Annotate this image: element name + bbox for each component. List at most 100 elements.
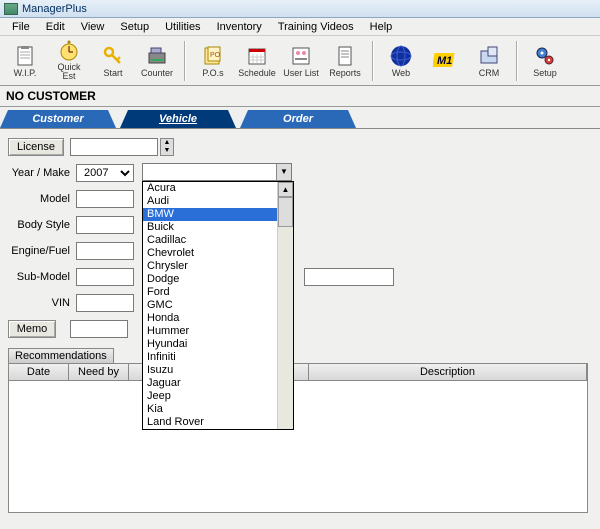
app-icon: [4, 3, 18, 15]
recommendations-table: Date Need by Description: [8, 363, 588, 513]
license-input[interactable]: [70, 138, 158, 156]
toolbar-m1-button[interactable]: M1: [424, 39, 466, 83]
bodystyle-label: Body Style: [8, 219, 76, 231]
toolbar-crm-button[interactable]: CRM: [468, 39, 510, 83]
license-button[interactable]: License: [8, 138, 64, 156]
m1-icon: M1: [433, 48, 457, 72]
recommendations-table-head: Date Need by Description: [9, 364, 587, 381]
tab-vehicle[interactable]: Vehicle: [128, 110, 228, 128]
memo-input[interactable]: [70, 320, 128, 338]
menu-file[interactable]: File: [4, 19, 38, 35]
submodel-label: Sub-Model: [8, 271, 76, 283]
spinner-down-icon[interactable]: ▼: [161, 147, 173, 155]
toolbar-pos-button[interactable]: PO P.O.s: [192, 39, 234, 83]
submodel-extra-input[interactable]: [304, 268, 394, 286]
memo-button[interactable]: Memo: [8, 320, 56, 338]
key-icon: [101, 44, 125, 68]
po-icon: PO: [201, 44, 225, 68]
spinner-up-icon[interactable]: ▲: [161, 139, 173, 147]
model-input[interactable]: [76, 190, 134, 208]
customer-status: NO CUSTOMER: [0, 86, 600, 107]
menu-help[interactable]: Help: [362, 19, 401, 35]
make-option[interactable]: Chrysler: [143, 260, 293, 273]
model-label: Model: [8, 193, 76, 205]
make-option[interactable]: Isuzu: [143, 364, 293, 377]
make-dropdown-list[interactable]: ▲ AcuraAudiBMWBuickCadillacChevroletChry…: [142, 181, 294, 430]
make-option[interactable]: Hyundai: [143, 338, 293, 351]
tab-customer[interactable]: Customer: [8, 110, 108, 128]
gear-icon: [533, 44, 557, 68]
make-option[interactable]: Land Rover: [143, 416, 293, 429]
scroll-thumb[interactable]: [278, 197, 293, 227]
make-option[interactable]: Acura: [143, 182, 293, 195]
toolbar-separator: [372, 41, 374, 81]
calendar-icon: [245, 44, 269, 68]
license-spinner[interactable]: ▲▼: [160, 138, 174, 156]
menu-inventory[interactable]: Inventory: [209, 19, 270, 35]
recommendations-section: Recommendations Date Need by Description: [8, 347, 592, 513]
col-description[interactable]: Description: [309, 364, 587, 380]
col-needby[interactable]: Need by: [69, 364, 129, 380]
dropdown-arrow-icon[interactable]: ▼: [276, 164, 291, 180]
toolbar-wip-button[interactable]: W.I.P.: [4, 39, 46, 83]
scroll-up-icon[interactable]: ▲: [278, 182, 293, 197]
toolbar-schedule-button[interactable]: Schedule: [236, 39, 278, 83]
make-option[interactable]: Jaguar: [143, 377, 293, 390]
bodystyle-input[interactable]: [76, 216, 134, 234]
col-date[interactable]: Date: [9, 364, 69, 380]
make-option[interactable]: Audi: [143, 195, 293, 208]
menu-utilities[interactable]: Utilities: [157, 19, 208, 35]
toolbar-web-button[interactable]: Web: [380, 39, 422, 83]
make-option[interactable]: BMW: [143, 208, 293, 221]
make-option[interactable]: Honda: [143, 312, 293, 325]
yearmake-label: Year / Make: [8, 167, 76, 179]
make-select-value: [143, 164, 276, 180]
year-select[interactable]: 2007: [76, 164, 134, 182]
toolbar-quickest-button[interactable]: Quick Est: [48, 39, 90, 83]
globe-icon: [389, 44, 413, 68]
svg-text:PO: PO: [210, 52, 221, 59]
toolbar-separator: [184, 41, 186, 81]
tab-order[interactable]: Order: [248, 110, 348, 128]
recommendations-header: Recommendations: [8, 348, 114, 364]
menubar: File Edit View Setup Utilities Inventory…: [0, 18, 600, 36]
crm-icon: [477, 44, 501, 68]
menu-setup[interactable]: Setup: [112, 19, 157, 35]
make-option[interactable]: Buick: [143, 221, 293, 234]
menu-edit[interactable]: Edit: [38, 19, 73, 35]
vehicle-form-panel: License ▲▼ Year / Make 2007 ▼ Model Body…: [0, 129, 600, 529]
make-select[interactable]: ▼: [142, 163, 292, 181]
users-icon: [289, 44, 313, 68]
svg-text:M1: M1: [437, 55, 452, 67]
dropdown-scrollbar[interactable]: ▲: [277, 182, 293, 429]
make-option[interactable]: Ford: [143, 286, 293, 299]
toolbar-counter-button[interactable]: Counter: [136, 39, 178, 83]
titlebar: ManagerPlus: [0, 0, 600, 18]
clipboard-icon: [13, 44, 37, 68]
make-option[interactable]: Jeep: [143, 390, 293, 403]
clock-icon: [57, 40, 81, 62]
submodel-input[interactable]: [76, 268, 134, 286]
make-option[interactable]: Chevrolet: [143, 247, 293, 260]
report-icon: [333, 44, 357, 68]
tab-row: Customer Vehicle Order: [0, 107, 600, 129]
toolbar-setup-button[interactable]: Setup: [524, 39, 566, 83]
toolbar-start-button[interactable]: Start: [92, 39, 134, 83]
toolbar-reports-button[interactable]: Reports: [324, 39, 366, 83]
make-option[interactable]: Dodge: [143, 273, 293, 286]
make-option[interactable]: Kia: [143, 403, 293, 416]
make-option[interactable]: Hummer: [143, 325, 293, 338]
vin-label: VIN: [8, 297, 76, 309]
toolbar: W.I.P. Quick Est Start Counter PO P.O.s …: [0, 36, 600, 86]
toolbar-separator: [516, 41, 518, 81]
menu-training[interactable]: Training Videos: [270, 19, 362, 35]
menu-view[interactable]: View: [73, 19, 113, 35]
make-option[interactable]: Cadillac: [143, 234, 293, 247]
vin-input[interactable]: [76, 294, 134, 312]
make-option[interactable]: Infiniti: [143, 351, 293, 364]
enginefuel-label: Engine/Fuel: [8, 245, 76, 257]
toolbar-userlist-button[interactable]: User List: [280, 39, 322, 83]
enginefuel-input[interactable]: [76, 242, 134, 260]
window-title: ManagerPlus: [22, 3, 87, 15]
make-option[interactable]: GMC: [143, 299, 293, 312]
